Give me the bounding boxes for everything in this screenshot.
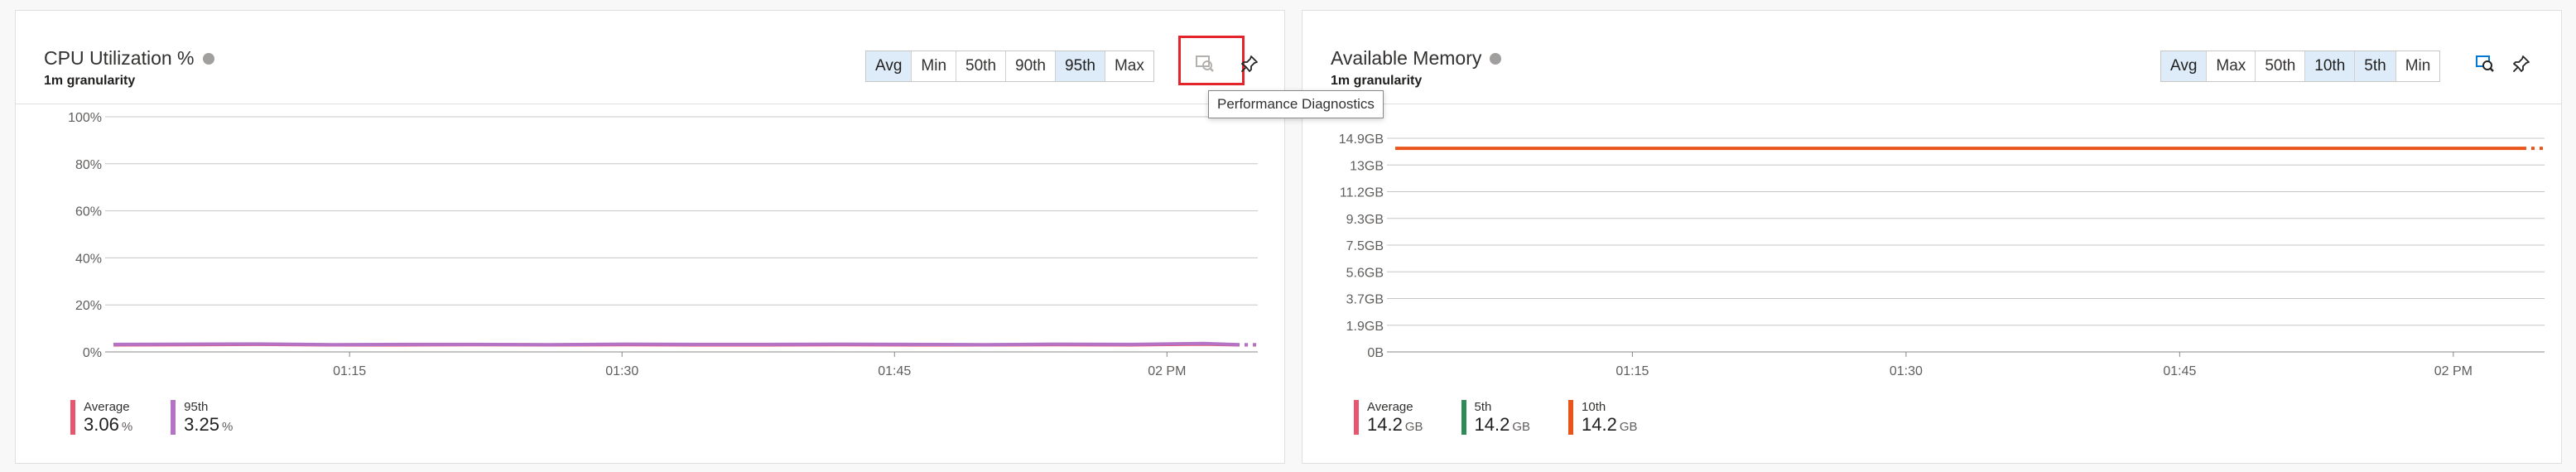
performance-diagnostics-tooltip: Performance Diagnostics	[1208, 90, 1384, 118]
legend-value-unit: %	[121, 420, 133, 434]
legend-value-unit: GB	[1619, 420, 1638, 434]
legend-series-name: 10th	[1582, 400, 1606, 414]
legend-value-unit: GB	[1512, 420, 1531, 434]
x-tick-label: 01:45	[2163, 364, 2196, 378]
legend-item-95th[interactable]: 95th 3.25%	[171, 400, 233, 437]
cpu-utilization-panel: CPU Utilization % 1m granularity Avg Min 5…	[15, 10, 1384, 464]
legend-item-10th[interactable]: 10th 14.2 GB	[1568, 400, 1638, 437]
y-tick-label: 40%	[75, 252, 102, 266]
legend-value-number: 14.2	[1582, 414, 1617, 435]
legend-value-number: 14.2	[1474, 414, 1510, 435]
legend-item-5th[interactable]: 5th 14.2 GB	[1461, 400, 1531, 437]
x-tick-label: 02 PM	[2434, 364, 2472, 378]
y-tick-label: 1.9GB	[1346, 320, 1384, 334]
legend-series-name: 5th	[1474, 400, 1492, 414]
y-tick-label: 20%	[75, 299, 102, 313]
legend-item-average[interactable]: Average 3.06%	[70, 400, 132, 437]
x-tick-label: 01:30	[605, 364, 638, 378]
x-tick-label: 01:15	[333, 364, 366, 378]
legend-value-unit: %	[222, 420, 234, 434]
y-tick-label: 11.2GB	[1340, 186, 1384, 200]
y-tick-label: 13GB	[1350, 159, 1384, 173]
legend-color-swatch	[1461, 400, 1466, 435]
y-tick-label: 7.5GB	[1346, 239, 1384, 253]
x-tick-label: 01:30	[1890, 364, 1923, 378]
x-tick-label: 01:15	[1615, 364, 1649, 378]
y-tick-label: 80%	[75, 158, 102, 172]
legend-item-average[interactable]: Average 14.2 GB	[1354, 400, 1423, 437]
memory-legend: Average 14.2 GB 5th 14.2 GB 10th 14.2 GB	[1354, 400, 1676, 437]
y-tick-label: 3.7GB	[1346, 293, 1384, 307]
legend-color-swatch	[1354, 400, 1359, 435]
legend-value-number: 14.2	[1367, 414, 1403, 435]
legend-color-swatch	[70, 400, 75, 435]
legend-value-unit: GB	[1404, 420, 1423, 434]
legend-value: 3.25%	[184, 415, 233, 437]
available-memory-panel: Available Memory 1m granularity Avg Max 50…	[1302, 10, 2562, 464]
y-tick-label: 60%	[75, 205, 102, 219]
legend-color-swatch	[1568, 400, 1574, 435]
y-tick-label: 0B	[1367, 346, 1384, 360]
y-tick-label: 0%	[83, 346, 102, 360]
legend-value: 3.06%	[84, 415, 132, 437]
legend-value: 14.2 GB	[1475, 415, 1531, 437]
cpu-line-chart: 100% 80% 60% 40% 20% 0% 01:15 01:30 01:45 02 PM	[68, 111, 1259, 378]
legend-value-number: 3.06	[84, 414, 119, 435]
y-tick-label: 100%	[68, 111, 102, 125]
cpu-legend: Average 3.06% 95th 3.25%	[70, 400, 271, 437]
x-tick-label: 01:45	[878, 364, 911, 378]
y-tick-label: 14.9GB	[1339, 132, 1384, 147]
legend-value: 14.2 GB	[1367, 415, 1423, 437]
y-tick-label: 9.3GB	[1346, 213, 1384, 227]
legend-color-swatch	[171, 400, 176, 435]
memory-line-chart: 14.9GB 13GB 11.2GB 9.3GB 7.5GB 5.6GB 3.7GB 1.9G…	[1339, 132, 2545, 378]
y-tick-label: 5.6GB	[1346, 266, 1384, 280]
legend-series-name: Average	[84, 400, 130, 414]
legend-series-name: Average	[1367, 400, 1413, 414]
legend-value: 14.2 GB	[1582, 415, 1638, 437]
legend-series-name: 95th	[184, 400, 209, 414]
x-tick-label: 02 PM	[1148, 364, 1186, 378]
legend-value-number: 3.25	[184, 414, 219, 435]
